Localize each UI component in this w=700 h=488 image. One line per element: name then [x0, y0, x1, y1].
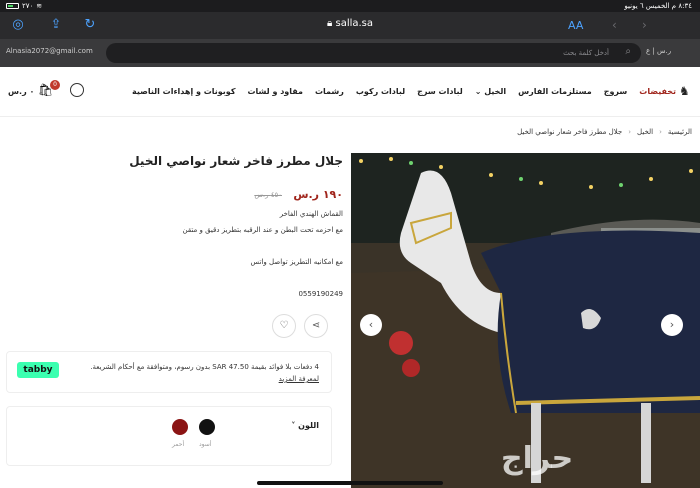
back-icon[interactable]: ‹ [612, 18, 617, 32]
breadcrumb-separator-icon: ‹ [659, 128, 662, 136]
product-image[interactable]: حراج ‹ › [351, 153, 700, 488]
photo-watermark: حراج [501, 441, 574, 476]
product-desc-line-3: مع امكانيه التطريز تواصل واتس [250, 258, 343, 266]
reload-icon[interactable]: ↻ [82, 17, 98, 33]
cart-count-badge: 0 [50, 80, 60, 90]
nav-item-sale[interactable]: تخفيضات [639, 87, 676, 96]
nav-item-saddle-pads[interactable]: لبادات سرج [417, 87, 463, 96]
user-icon[interactable] [70, 83, 84, 97]
battery-level: ٢٧٠ [22, 2, 34, 10]
horse-photo [351, 153, 700, 488]
contact-email[interactable]: Alnasia2072@gmail.com [6, 47, 93, 55]
cart-total[interactable]: ٠ ر.س [8, 87, 34, 96]
main-nav: ♞ تخفيضات سروج مستلزمات الفارس الخيل ⌄ ل… [0, 67, 700, 117]
nav-item-horses-label: الخيل [484, 87, 507, 96]
nav-item-coupons[interactable]: كوبونات و إهداءات الناصية [132, 87, 235, 96]
breadcrumb-home[interactable]: الرئيسية [668, 128, 692, 136]
product-desc-line-2: مع احزمه تحت البطن و عند الرقبه بتطريز د… [182, 226, 343, 234]
product-desc-line-1: القماش الهندي الفاخر [279, 210, 343, 218]
url-text: salla.sa [335, 18, 374, 29]
breadcrumb-current: جلال مطرز فاخر شعار نواصي الخيل [517, 128, 623, 136]
battery-icon [6, 3, 19, 9]
share-icon[interactable]: ⋖ [304, 314, 328, 338]
product-old-price: ٤٥٠ ر.س [254, 191, 282, 199]
info-icon: ˅ [291, 421, 296, 430]
nav-item-leads[interactable]: مقاود و لشات [247, 87, 303, 96]
site-top-bar: Alnasia2072@gmail.com أدخل كلمة بحث ⌕ ر.… [0, 39, 700, 67]
search-placeholder: أدخل كلمة بحث [563, 49, 609, 57]
image-next-arrow-icon[interactable]: › [661, 314, 683, 336]
tabby-text: 4 دفعات بلا فوائد بقيمة SAR 47.50 بدون ر… [90, 363, 319, 371]
tabby-widget: tabby 4 دفعات بلا فوائد بقيمة SAR 47.50 … [6, 351, 332, 393]
nav-item-rider-supplies[interactable]: مستلزمات الفارس [518, 87, 592, 96]
color-name-black: أسود [199, 441, 212, 448]
lock-icon: 🔒︎ [326, 18, 333, 29]
color-label-text: اللون [298, 421, 319, 430]
reader-button[interactable]: AA [568, 19, 583, 32]
wifi-icon: ≋ [36, 2, 43, 10]
breadcrumb: الرئيسية ‹ الخيل ‹ جلال مطرز فاخر شعار ن… [517, 128, 692, 136]
clock: ٨:٣٤ م الخميس ٦ يونيو [624, 2, 692, 10]
search-icon[interactable]: ⌕ [625, 46, 631, 57]
color-swatch-red[interactable] [172, 419, 188, 435]
compass-icon[interactable]: ◎ [10, 17, 26, 33]
nav-item-riding-pads[interactable]: لبادات ركوب [356, 87, 405, 96]
address-bar[interactable]: 🔒︎ salla.sa [260, 18, 440, 29]
product-phone: 0559190249 [298, 290, 343, 298]
home-indicator [257, 481, 443, 485]
tabby-logo: tabby [17, 362, 59, 378]
image-prev-arrow-icon[interactable]: ‹ [360, 314, 382, 336]
product-price: ١٩٠ ر.س [293, 188, 343, 201]
breadcrumb-category[interactable]: الخيل [637, 128, 653, 136]
breadcrumb-separator-icon: ‹ [628, 128, 632, 136]
share-icon[interactable]: ⇪ [48, 17, 64, 33]
wishlist-heart-icon[interactable]: ♡ [272, 314, 296, 338]
color-swatch-black[interactable] [199, 419, 215, 435]
product-title: جلال مطرز فاخر شعار نواصي الخيل [129, 154, 343, 168]
color-label: اللون ˅ [291, 421, 319, 430]
search-input[interactable]: أدخل كلمة بحث ⌕ [106, 43, 641, 63]
language-currency-switch[interactable]: ر.س | ع [646, 47, 671, 55]
browser-toolbar: ◎ ⇪ ↻ 🔒︎ salla.sa AA ‹ › [0, 12, 700, 39]
nav-item-horses[interactable]: الخيل ⌄ [475, 87, 506, 96]
tabby-learn-more-link[interactable]: لمعرفة المزيد [279, 375, 319, 383]
color-name-red: أحمر [172, 441, 185, 448]
status-bar: ٢٧٠ ≋ ٨:٣٤ م الخميس ٦ يونيو [0, 0, 700, 12]
chevron-down-icon: ⌄ [474, 87, 482, 96]
nav-item-bridles[interactable]: رشمات [315, 87, 344, 96]
store-logo-icon[interactable]: ♞ [679, 84, 691, 98]
nav-item-saddles[interactable]: سروج [604, 87, 628, 96]
color-options: اللون ˅ أسود أحمر [6, 406, 332, 466]
forward-icon[interactable]: › [642, 18, 647, 32]
